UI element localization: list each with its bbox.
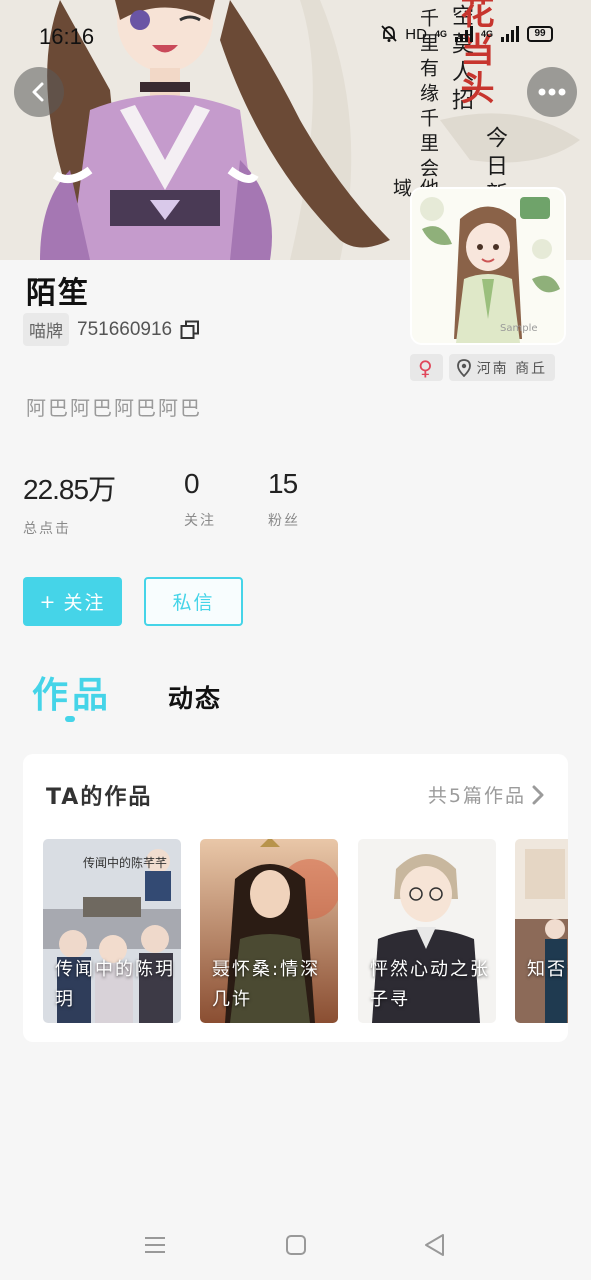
home-icon[interactable] — [283, 1232, 309, 1258]
back-triangle-icon[interactable] — [422, 1232, 448, 1258]
id-tag: 喵牌 — [23, 313, 69, 346]
tab-feed[interactable]: 动态 — [168, 679, 222, 715]
stat-value: 15 — [268, 468, 298, 499]
work-item[interactable]: 聂怀桑:情深几许 — [200, 839, 338, 1023]
location-text: 河南 商丘 — [476, 360, 548, 377]
signal-icon — [454, 26, 473, 42]
stat-label: 总点击 — [23, 521, 71, 537]
stat-followers[interactable]: 15 粉丝 — [268, 468, 300, 530]
mute-bell-icon — [381, 25, 397, 42]
stat-value: 22.85万 — [23, 474, 116, 505]
follow-label: 关注 — [63, 592, 106, 614]
work-title: 知否佳人 — [527, 959, 568, 980]
system-nav-bar — [0, 1212, 591, 1280]
work-item[interactable]: 知否佳人 — [515, 839, 568, 1023]
signal-label: 4G — [434, 29, 447, 39]
battery-icon: 99 — [527, 26, 553, 42]
plus-icon: + — [39, 590, 58, 613]
profile-bio: 阿巴阿巴阿巴阿巴 — [26, 396, 202, 420]
tab-indicator — [65, 716, 75, 722]
cover-text: 传闻中的陈芊芊 — [83, 855, 167, 870]
status-icons: HD 4G 4G 99 — [381, 25, 553, 43]
back-button[interactable] — [14, 67, 64, 117]
follow-button[interactable]: + 关注 — [23, 577, 122, 626]
gender-badge: ♀ — [410, 354, 443, 381]
stat-label: 粉丝 — [268, 513, 300, 529]
avatar[interactable]: Sample — [410, 187, 566, 345]
stat-value: 0 — [184, 468, 200, 499]
more-dots-icon — [538, 88, 566, 96]
menu-icon[interactable] — [142, 1232, 168, 1258]
works-card: TA的作品 共5篇作品 传闻中的陈芊芊 传闻中的陈玥玥 聂怀桑:情深几许 怦然心… — [23, 754, 568, 1042]
profile-name: 陌笙 — [26, 276, 90, 311]
profile-meta: ♀ 河南 商丘 — [410, 354, 556, 381]
works-list: 传闻中的陈芊芊 传闻中的陈玥玥 聂怀桑:情深几许 怦然心动之张子寻 知否 — [43, 839, 568, 1023]
avatar-illustration: Sample — [412, 189, 564, 343]
signal-icon — [501, 26, 519, 42]
work-title: 传闻中的陈玥玥 — [55, 959, 175, 1010]
user-id: 751660916 — [77, 318, 173, 340]
tab-works[interactable]: 作品 — [32, 666, 112, 718]
user-id-row: 喵牌 751660916 — [23, 313, 200, 346]
message-label: 私信 — [172, 592, 215, 614]
stat-label: 关注 — [184, 513, 216, 529]
stat-following[interactable]: 0 关注 — [184, 468, 216, 530]
status-bar: 16:16 HD 4G 4G 99 — [0, 0, 591, 72]
stat-clicks: 22.85万 总点击 — [23, 468, 116, 538]
work-title: 怦然心动之张子寻 — [370, 959, 490, 1010]
work-item[interactable]: 怦然心动之张子寻 — [358, 839, 496, 1023]
location-pin-icon — [456, 358, 471, 377]
copy-icon[interactable] — [180, 320, 200, 340]
female-icon: ♀ — [418, 355, 435, 380]
work-cover — [515, 839, 568, 1023]
chevron-right-icon — [532, 785, 544, 804]
work-item[interactable]: 传闻中的陈芊芊 传闻中的陈玥玥 — [43, 839, 181, 1023]
signal-label: 4G — [480, 29, 493, 39]
works-section-title: TA的作品 — [46, 785, 153, 810]
network-type: HD — [405, 25, 427, 43]
work-title: 聂怀桑:情深几许 — [212, 959, 321, 1010]
chevron-left-icon — [32, 82, 44, 102]
svg-text:Sample: Sample — [500, 323, 538, 334]
more-button[interactable] — [527, 67, 577, 117]
location-badge: 河南 商丘 — [448, 354, 556, 381]
works-count-link[interactable]: 共5篇作品 — [428, 781, 544, 808]
status-time: 16:16 — [39, 24, 95, 49]
message-button[interactable]: 私信 — [144, 577, 243, 626]
works-count: 共5篇作品 — [427, 785, 526, 807]
